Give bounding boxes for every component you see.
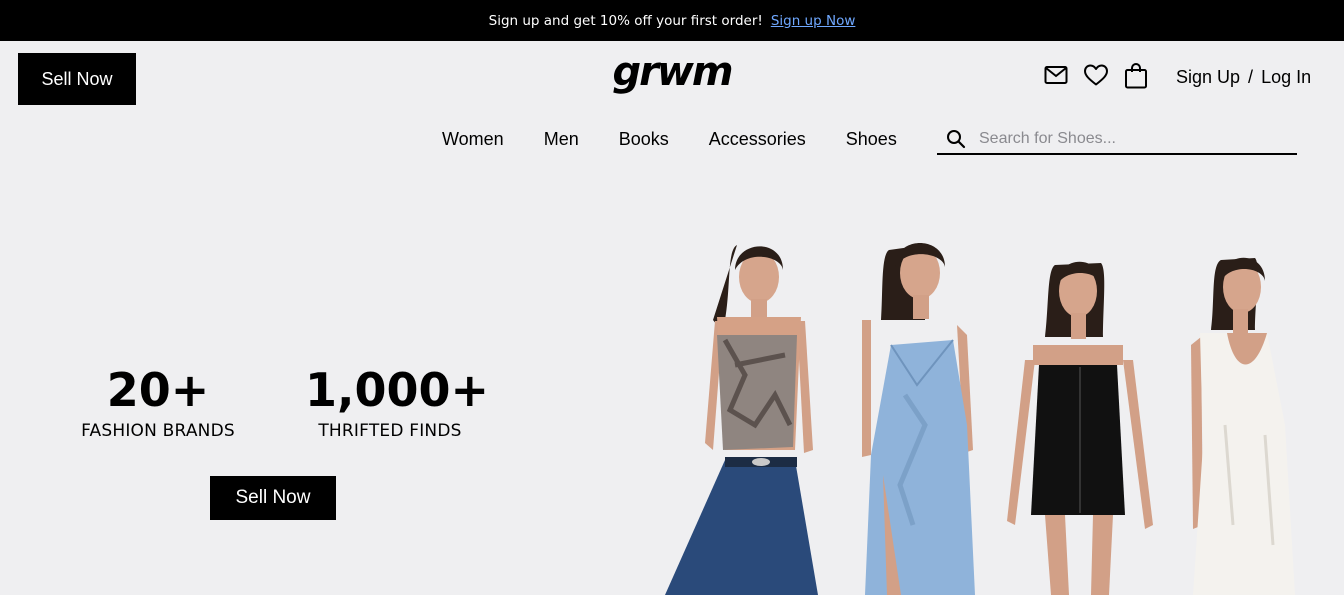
sell-now-button[interactable]: Sell Now [18, 53, 136, 105]
stat-number: 20+ [106, 363, 210, 417]
auth-links: Sign Up / Log In [1176, 66, 1311, 88]
search-bar [937, 124, 1297, 155]
shopping-bag-icon[interactable] [1124, 62, 1148, 89]
promo-banner: Sign up and get 10% off your first order… [0, 0, 1344, 41]
nav-item-men[interactable]: Men [544, 129, 579, 151]
hero-models-image [665, 243, 1295, 595]
stat-fashion-brands: 20+ FASHION BRANDS [78, 363, 238, 441]
model-1 [665, 245, 818, 595]
main-nav: Women Men Books Accessories Shoes [442, 129, 897, 151]
mail-icon[interactable] [1044, 64, 1068, 86]
model-4 [1191, 257, 1295, 595]
brand-logo[interactable]: grwm [606, 52, 738, 98]
model-2 [862, 243, 975, 595]
promo-text: Sign up and get 10% off your first order… [488, 12, 763, 29]
nav-item-accessories[interactable]: Accessories [709, 129, 806, 151]
heart-icon[interactable] [1083, 63, 1109, 87]
auth-separator: / [1248, 66, 1254, 87]
stat-label: FASHION BRANDS [81, 421, 235, 441]
model-3 [1007, 261, 1153, 595]
nav-item-books[interactable]: Books [619, 129, 669, 151]
stat-thrifted-finds: 1,000+ THRIFTED FINDS [305, 363, 490, 441]
logo-text: grwm [613, 52, 732, 95]
hero-sell-now-button[interactable]: Sell Now [210, 476, 336, 520]
nav-item-women[interactable]: Women [442, 129, 504, 151]
search-input[interactable] [979, 129, 1279, 148]
stat-number: 1,000+ [305, 363, 490, 417]
nav-item-shoes[interactable]: Shoes [846, 129, 897, 151]
stat-label: THRIFTED FINDS [318, 421, 462, 441]
log-in-link[interactable]: Log In [1261, 67, 1311, 88]
sign-up-link[interactable]: Sign Up [1176, 67, 1240, 88]
promo-signup-link[interactable]: Sign up Now [771, 13, 856, 29]
search-icon[interactable] [946, 129, 966, 149]
